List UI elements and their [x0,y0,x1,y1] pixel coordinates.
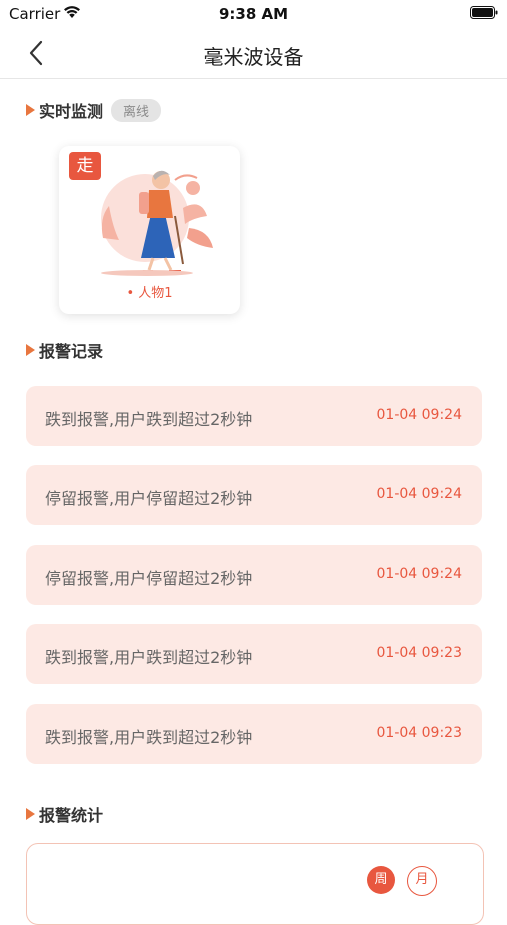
status-badge: 离线 [111,98,162,122]
alarm-item[interactable]: 停留报警,用户停留超过2秒钟 01-04 09:24 [26,545,482,605]
alarm-time: 01-04 09:24 [376,566,462,582]
alarm-item[interactable]: 停留报警,用户停留超过2秒钟 01-04 09:24 [26,465,482,525]
alarm-time: 01-04 09:23 [376,725,462,741]
battery-icon [470,6,498,19]
alarm-item[interactable]: 跌到报警,用户跌到超过2秒钟 01-04 09:23 [26,624,482,684]
page-title: 毫米波设备 [203,45,304,69]
alarm-text: 停留报警,用户停留超过2秒钟 [45,489,253,508]
alarm-time: 01-04 09:23 [376,645,462,661]
nav-bar: 毫米波设备 [0,28,507,79]
status-bar: Carrier 9:38 AM [0,0,507,28]
alarm-item[interactable]: 跌到报警,用户跌到超过2秒钟 01-04 09:24 [26,386,482,446]
month-toggle[interactable]: 月 [407,866,437,896]
stats-card: 周 月 [26,843,484,925]
alarm-text: 停留报警,用户停留超过2秒钟 [45,569,253,588]
section-marker-icon [26,808,35,820]
clock: 9:38 AM [218,5,289,23]
realtime-title: 实时监测 [39,102,104,121]
section-marker-icon [26,104,35,116]
alarm-section-header: 报警记录 [26,339,103,361]
walking-person-illustration [101,170,213,276]
week-toggle[interactable]: 周 [367,866,395,894]
alarm-title: 报警记录 [39,342,104,361]
alarm-text: 跌到报警,用户跌到超过2秒钟 [45,728,253,747]
alarm-text: 跌到报警,用户跌到超过2秒钟 [45,410,253,429]
alarm-time: 01-04 09:24 [376,486,462,502]
alarm-item[interactable]: 跌到报警,用户跌到超过2秒钟 01-04 09:23 [26,704,482,764]
alarm-text: 跌到报警,用户跌到超过2秒钟 [45,648,253,667]
person-card[interactable]: 走 • 人物1 [59,146,240,314]
stats-section-header: 报警统计 [26,803,103,825]
realtime-section-header: 实时监测 离线 [26,98,162,122]
person-name: • 人物1 [126,286,173,301]
stats-title: 报警统计 [39,806,104,825]
section-marker-icon [26,344,35,356]
alarm-time: 01-04 09:24 [376,407,462,423]
